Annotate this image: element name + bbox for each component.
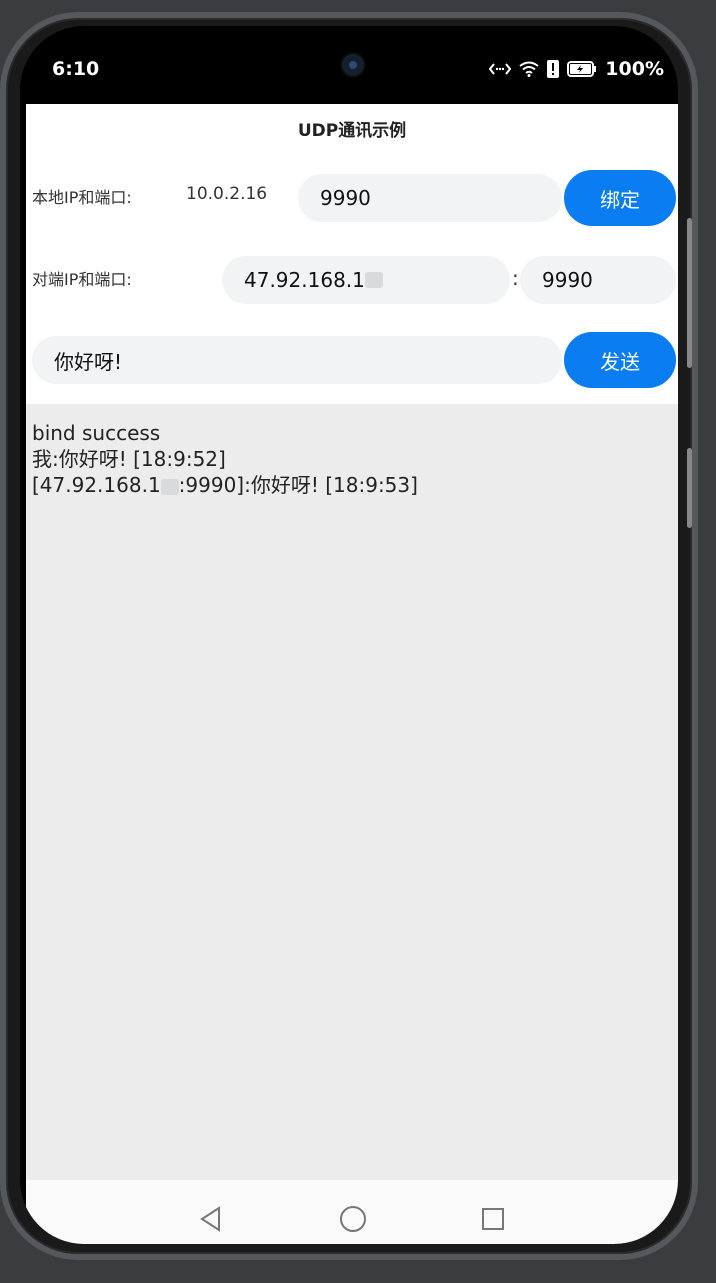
phone-frame: 6:10 100% UDP通讯示例 本地IP和端口: 10.0.2.16 999… xyxy=(0,12,698,1260)
bind-button[interactable]: 绑定 xyxy=(564,170,676,226)
local-ip-value: 10.0.2.16 xyxy=(186,184,268,204)
navigation-bar xyxy=(26,1180,678,1244)
message-log: bind success 我:你好呀! [18:9:52] [47.92.168… xyxy=(26,404,678,1180)
remote-ip-label: 对端IP和端口: xyxy=(32,270,132,289)
remote-ip-text: 47.92.168.1 xyxy=(244,268,365,292)
remote-port-input[interactable]: 9990 xyxy=(520,256,676,304)
ip-port-separator: : xyxy=(512,266,519,290)
page-title: UDP通讯示例 xyxy=(297,121,407,141)
log-line: 我:你好呀! [18:9:52] xyxy=(32,447,226,471)
log-line: [47.92.168.1 :9990]:你好呀! [18:9:53] xyxy=(32,472,672,498)
redacted-mask xyxy=(160,478,179,495)
local-port-input[interactable]: 9990 xyxy=(298,174,562,222)
data-transfer-icon xyxy=(489,63,512,75)
status-bar: 6:10 100% xyxy=(20,26,678,104)
home-icon[interactable] xyxy=(338,1204,368,1234)
local-ip-label: 本地IP和端口: xyxy=(32,188,132,207)
log-line: bind success xyxy=(32,421,161,445)
wifi-icon xyxy=(519,61,539,77)
message-input[interactable]: 你好呀! xyxy=(32,336,562,384)
battery-percentage: 100% xyxy=(605,58,664,80)
front-camera xyxy=(342,54,364,76)
redacted-mask xyxy=(364,272,383,288)
status-time: 6:10 xyxy=(52,58,100,80)
app-screen: UDP通讯示例 本地IP和端口: 10.0.2.16 9990 绑定 对端IP和… xyxy=(26,104,678,1180)
recents-icon[interactable] xyxy=(478,1204,508,1234)
phone-screen: 6:10 100% UDP通讯示例 本地IP和端口: 10.0.2.16 999… xyxy=(20,26,678,1244)
alert-icon xyxy=(547,60,560,78)
log-line-part: :9990]:你好呀! [18:9:53] xyxy=(178,473,418,497)
back-icon[interactable] xyxy=(196,1204,226,1234)
send-button[interactable]: 发送 xyxy=(564,332,676,388)
power-button xyxy=(687,448,692,528)
battery-charging-icon xyxy=(567,61,597,77)
remote-ip-input[interactable]: 47.92.168.1 xyxy=(222,256,510,304)
volume-button xyxy=(687,218,692,368)
log-line-part: [47.92.168.1 xyxy=(32,473,161,497)
status-icons: 100% xyxy=(489,58,664,80)
